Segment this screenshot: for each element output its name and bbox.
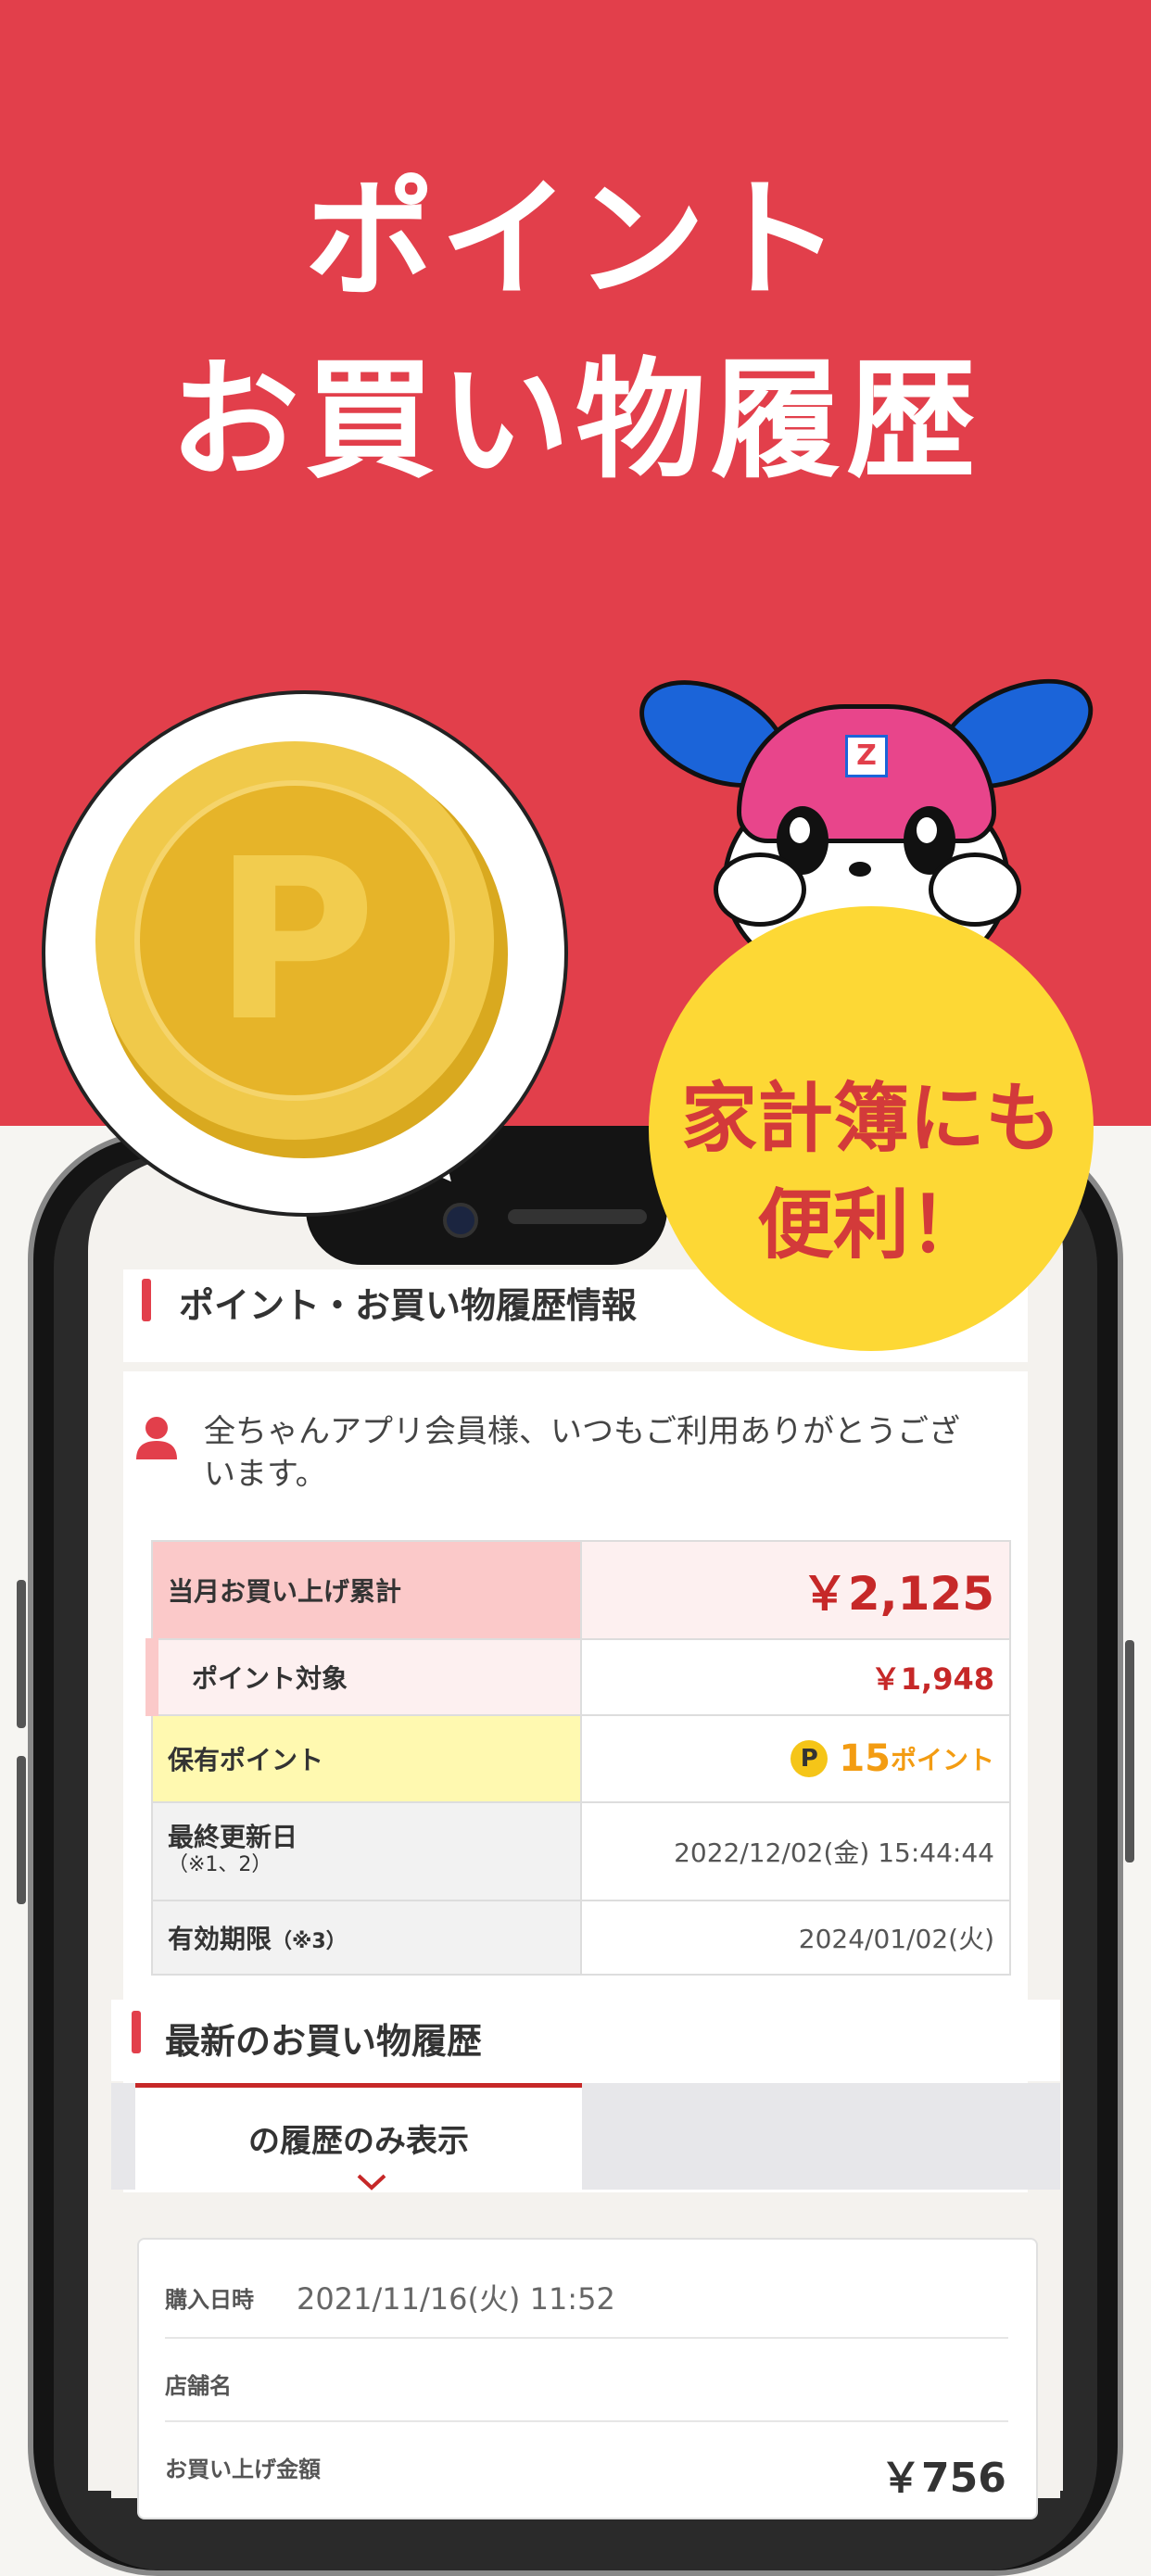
points-summary-table: 当月お買い上げ累計 ￥2,125 ポイント対象 ￥1,948 保有ポイント P1… (145, 1540, 1011, 1976)
amount-label: お買い上げ金額 (165, 2456, 321, 2482)
user-icon (136, 1417, 177, 1459)
volume-button (17, 1580, 26, 1728)
mascot-paw-right (929, 852, 1021, 927)
section-title-points: ポイント・お買い物履歴情報 (179, 1285, 638, 1326)
greeting-text: 全ちゃんアプリ会員様、いつもご利用ありがとうござ います。 (204, 1410, 960, 1496)
callout-line1: 家計簿にも (680, 1075, 1061, 1163)
store-name-label: 店舗名 (165, 2373, 232, 2399)
tab-history-filter[interactable]: の履歴のみ表示 (135, 2083, 582, 2192)
power-button (1125, 1640, 1134, 1863)
tab-label: の履歴のみ表示 (248, 2123, 469, 2160)
camera-icon (443, 1203, 478, 1238)
last-updated-label: 最終更新日 (168, 1822, 298, 1852)
section-marker (132, 2011, 141, 2053)
purchase-date-value: 2021/11/16(火) 11:52 (297, 2281, 615, 2317)
section-title-history: 最新のお買い物履歴 (165, 2021, 483, 2062)
coin-symbol: P (213, 811, 376, 1070)
speaker-grille (508, 1209, 647, 1224)
last-updated-value: 2022/12/02(金) 15:44:44 (580, 1801, 1011, 1901)
point-eligible-value: ￥1,948 (580, 1638, 1011, 1716)
divider (165, 2420, 1008, 2422)
section-marker (142, 1279, 151, 1321)
points-held-value: 15 (839, 1737, 891, 1780)
purchase-date-label: 購入日時 (165, 2287, 254, 2313)
table-row: 当月お買い上げ累計 ￥2,125 (151, 1540, 1011, 1640)
last-updated-label-cell: 最終更新日 （※1、2） (151, 1801, 582, 1901)
volume-button (17, 1756, 26, 1904)
point-coin-icon: P (791, 1740, 828, 1777)
greeting-line2: います。 (204, 1456, 327, 1493)
points-held-label: 保有ポイント (151, 1714, 582, 1803)
points-held-cell: P 15ポイント (580, 1714, 1011, 1803)
table-row: ポイント対象 ￥1,948 (145, 1638, 1011, 1716)
divider (165, 2337, 1008, 2339)
greeting-line1: 全ちゃんアプリ会員様、いつもご利用ありがとうござ (204, 1413, 960, 1450)
last-updated-note: （※1、2） (168, 1853, 272, 1876)
mascot-paw-left (714, 852, 806, 927)
hero-title-line1: ポイント (304, 165, 846, 316)
points-unit: ポイント (890, 1745, 994, 1775)
monthly-total-value: ￥2,125 (580, 1540, 1011, 1640)
expiry-value: 2024/01/02(火) (580, 1900, 1011, 1976)
table-row: 最終更新日 （※1、2） 2022/12/02(金) 15:44:44 (151, 1801, 1011, 1901)
mascot-badge: Z (845, 735, 888, 777)
mascot-nose (849, 862, 871, 877)
amount-value: ￥756 (880, 2455, 1006, 2502)
table-row: 保有ポイント P 15ポイント (151, 1714, 1011, 1803)
hero-title-line2: お買い物履歴 (169, 346, 981, 497)
chevron-down-icon (357, 2174, 386, 2191)
monthly-total-label: 当月お買い上げ累計 (151, 1540, 582, 1640)
point-eligible-label: ポイント対象 (145, 1638, 582, 1716)
expiry-label: 有効期限 (168, 1924, 272, 1954)
expiry-label-cell: 有効期限（※3） (151, 1900, 582, 1976)
expiry-note: （※3） (272, 1930, 347, 1953)
callout-line2: 便利！ (756, 1181, 985, 1269)
table-row: 有効期限（※3） 2024/01/02(火) (151, 1900, 1011, 1976)
